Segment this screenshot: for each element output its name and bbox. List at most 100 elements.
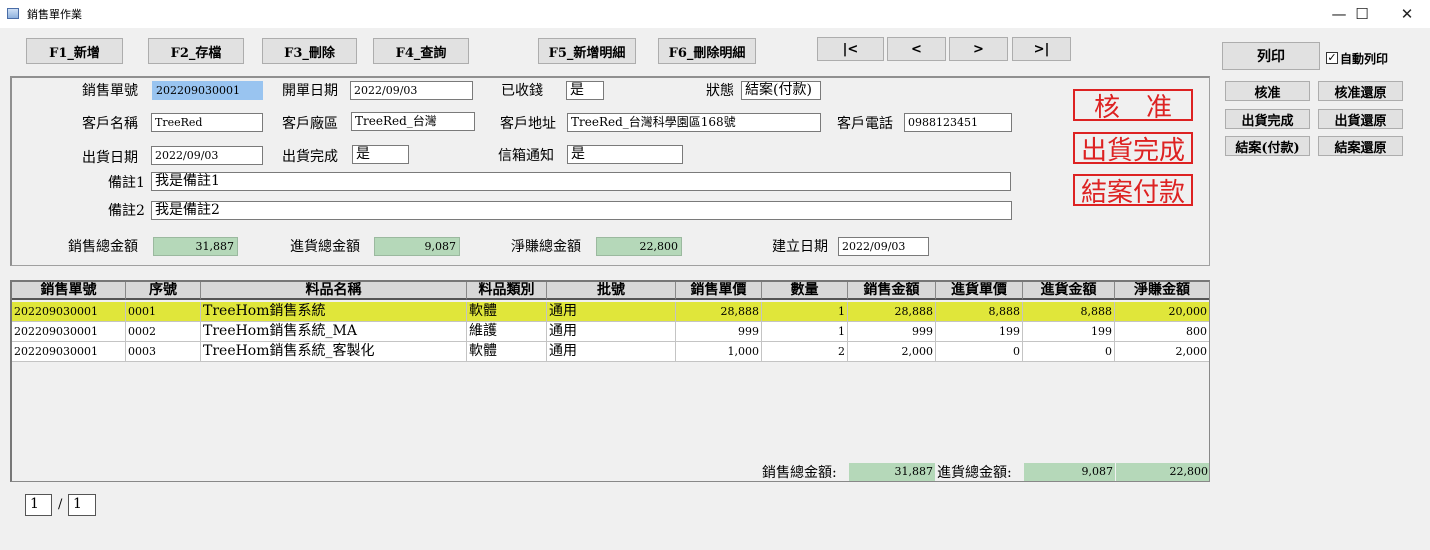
cell-purchase-amount[interactable]: 8,888 bbox=[1023, 302, 1115, 322]
prev-record-button[interactable]: < bbox=[887, 37, 946, 61]
cell-qty[interactable]: 1 bbox=[762, 302, 848, 322]
column-header-seq[interactable]: 序號 bbox=[126, 282, 201, 300]
sum-sales-value: 31,887 bbox=[849, 463, 935, 481]
cell-item-category[interactable]: 維護 bbox=[467, 322, 547, 342]
column-header-purchase-amount[interactable]: 進貨金額 bbox=[1023, 282, 1115, 300]
page-current-field[interactable]: 1 bbox=[25, 494, 52, 516]
column-header-profit-amount[interactable]: 淨賺金額 bbox=[1115, 282, 1209, 300]
received-label: 已收錢 bbox=[501, 83, 543, 99]
cell-profit-amount[interactable]: 20,000 bbox=[1115, 302, 1209, 322]
cell-qty[interactable]: 1 bbox=[762, 322, 848, 342]
note2-field[interactable]: 我是備註2 bbox=[151, 201, 1012, 220]
cell-profit-amount[interactable]: 800 bbox=[1115, 322, 1209, 342]
ship-done-button[interactable]: 出貨完成 bbox=[1225, 109, 1310, 129]
status-label: 狀態 bbox=[706, 83, 734, 99]
sales-total-label: 銷售總金額 bbox=[68, 239, 138, 255]
order-no-field[interactable]: 202209030001 bbox=[152, 81, 263, 100]
cell-order-no[interactable]: 202209030001 bbox=[12, 322, 126, 342]
created-date-field[interactable]: 2022/09/03 bbox=[838, 237, 929, 256]
sum-profit-value: 22,800 bbox=[1116, 463, 1209, 481]
column-header-sale-price[interactable]: 銷售單價 bbox=[676, 282, 762, 300]
address-field[interactable]: TreeRed_台灣科學園區168號 bbox=[567, 113, 821, 132]
cell-item-name[interactable]: TreeHom銷售系統 bbox=[201, 302, 467, 322]
maximize-button[interactable]: ☐ bbox=[1339, 0, 1385, 28]
cell-purchase-price[interactable]: 8,888 bbox=[936, 302, 1023, 322]
column-header-sale-amount[interactable]: 銷售金額 bbox=[848, 282, 936, 300]
note1-field[interactable]: 我是備註1 bbox=[151, 172, 1011, 191]
cell-sale-price[interactable]: 1,000 bbox=[676, 342, 762, 362]
address-label: 客戶地址 bbox=[500, 116, 556, 132]
ship-revert-button[interactable]: 出貨還原 bbox=[1318, 109, 1403, 129]
open-date-field[interactable]: 2022/09/03 bbox=[350, 81, 473, 100]
delete-button[interactable]: F3_刪除 bbox=[262, 38, 357, 64]
factory-field[interactable]: TreeRed_台灣 bbox=[351, 112, 475, 131]
ship-done-field[interactable]: 是 bbox=[352, 145, 409, 164]
query-button[interactable]: F4_查詢 bbox=[373, 38, 469, 64]
auto-print-checkbox[interactable]: ✓ bbox=[1326, 52, 1338, 64]
cell-purchase-amount[interactable]: 0 bbox=[1023, 342, 1115, 362]
received-field[interactable]: 是 bbox=[566, 81, 604, 100]
cell-sale-amount[interactable]: 999 bbox=[848, 322, 936, 342]
note2-label: 備註2 bbox=[108, 203, 145, 219]
close-revert-button[interactable]: 結案還原 bbox=[1318, 136, 1403, 156]
closed-paid-stamp: 結案付款 bbox=[1073, 174, 1193, 208]
profit-total-label: 淨賺總金額 bbox=[511, 239, 581, 255]
cell-sale-price[interactable]: 28,888 bbox=[676, 302, 762, 322]
last-record-button[interactable]: >| bbox=[1012, 37, 1071, 61]
cell-seq[interactable]: 0002 bbox=[126, 322, 201, 342]
cell-batch-no[interactable]: 通用 bbox=[547, 342, 676, 362]
cell-item-name[interactable]: TreeHom銷售系統_客製化 bbox=[201, 342, 467, 362]
cell-purchase-price[interactable]: 199 bbox=[936, 322, 1023, 342]
customer-field[interactable]: TreeRed bbox=[151, 113, 263, 132]
save-button[interactable]: F2_存檔 bbox=[148, 38, 244, 64]
cell-item-name[interactable]: TreeHom銷售系統_MA bbox=[201, 322, 467, 342]
mail-field[interactable]: 是 bbox=[567, 145, 683, 164]
first-record-button[interactable]: |< bbox=[817, 37, 884, 61]
cell-item-category[interactable]: 軟體 bbox=[467, 342, 547, 362]
sum-purchase-value: 9,087 bbox=[1024, 463, 1115, 481]
add-button[interactable]: F1_新增 bbox=[26, 38, 123, 64]
approved-stamp: 核 准 bbox=[1073, 89, 1193, 123]
open-date-label: 開單日期 bbox=[282, 83, 338, 99]
add-detail-button[interactable]: F5_新增明細 bbox=[538, 38, 636, 64]
column-header-batch-no[interactable]: 批號 bbox=[547, 282, 676, 300]
cell-order-no[interactable]: 202209030001 bbox=[12, 302, 126, 322]
app-icon bbox=[7, 8, 19, 19]
ship-date-field[interactable]: 2022/09/03 bbox=[151, 146, 263, 165]
cell-batch-no[interactable]: 通用 bbox=[547, 302, 676, 322]
cell-sale-price[interactable]: 999 bbox=[676, 322, 762, 342]
column-header-qty[interactable]: 數量 bbox=[762, 282, 848, 300]
next-record-button[interactable]: > bbox=[949, 37, 1008, 61]
cell-seq[interactable]: 0001 bbox=[126, 302, 201, 322]
purchase-total-label: 進貨總金額 bbox=[290, 239, 360, 255]
purchase-total-field: 9,087 bbox=[374, 237, 460, 256]
cell-purchase-price[interactable]: 0 bbox=[936, 342, 1023, 362]
cell-batch-no[interactable]: 通用 bbox=[547, 322, 676, 342]
status-field[interactable]: 結案(付款) bbox=[741, 81, 821, 100]
approve-button[interactable]: 核准 bbox=[1225, 81, 1310, 101]
ship-date-label: 出貨日期 bbox=[82, 150, 138, 166]
phone-field[interactable]: 0988123451 bbox=[904, 113, 1012, 132]
close-paid-button[interactable]: 結案(付款) bbox=[1225, 136, 1310, 156]
ship-done-label: 出貨完成 bbox=[282, 149, 338, 165]
cell-item-category[interactable]: 軟體 bbox=[467, 302, 547, 322]
title-bar bbox=[0, 0, 1430, 28]
approve-revert-button[interactable]: 核准還原 bbox=[1318, 81, 1403, 101]
cell-order-no[interactable]: 202209030001 bbox=[12, 342, 126, 362]
cell-qty[interactable]: 2 bbox=[762, 342, 848, 362]
column-header-item-name[interactable]: 料品名稱 bbox=[201, 282, 467, 300]
cell-seq[interactable]: 0003 bbox=[126, 342, 201, 362]
column-header-order-no[interactable]: 銷售單號 bbox=[12, 282, 126, 300]
column-header-item-category[interactable]: 料品類別 bbox=[467, 282, 547, 300]
close-button[interactable]: ✕ bbox=[1384, 0, 1430, 28]
print-button[interactable]: 列印 bbox=[1222, 42, 1320, 70]
cell-sale-amount[interactable]: 28,888 bbox=[848, 302, 936, 322]
cell-profit-amount[interactable]: 2,000 bbox=[1115, 342, 1209, 362]
cell-purchase-amount[interactable]: 199 bbox=[1023, 322, 1115, 342]
detail-grid: 銷售單號 序號 料品名稱 料品類別 批號 銷售單價 數量 銷售金額 進貨單價 進貨金額 淨賺金額 2… bbox=[10, 280, 1210, 482]
shipped-stamp: 出貨完成 bbox=[1073, 132, 1193, 166]
column-header-purchase-price[interactable]: 進貨單價 bbox=[936, 282, 1023, 300]
cell-sale-amount[interactable]: 2,000 bbox=[848, 342, 936, 362]
delete-detail-button[interactable]: F6_刪除明細 bbox=[658, 38, 756, 64]
sales-total-field: 31,887 bbox=[153, 237, 238, 256]
